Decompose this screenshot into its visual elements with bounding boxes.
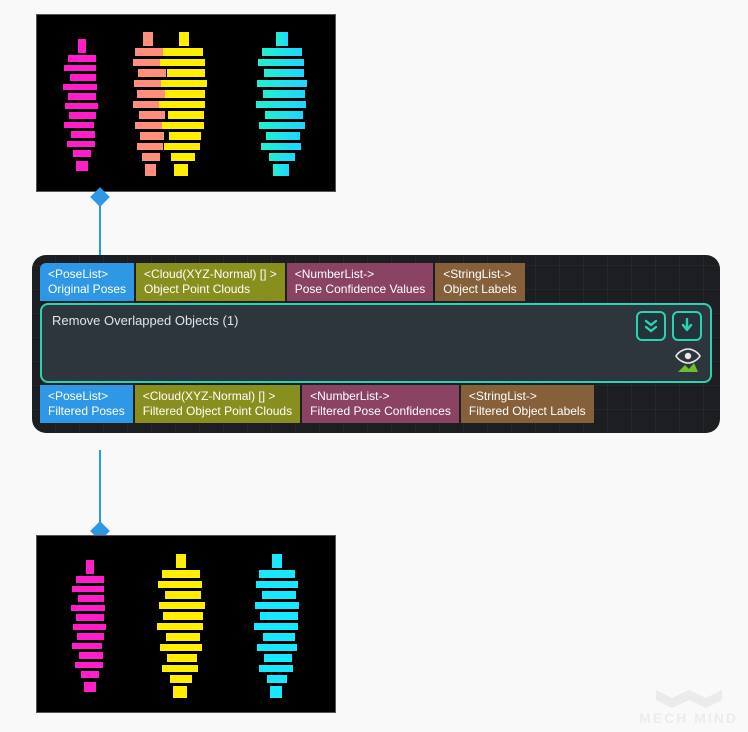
eye-image-icon <box>674 348 702 372</box>
port-type: <StringList-> <box>443 267 516 282</box>
pointcloud-overlap-icon <box>128 32 228 182</box>
pointcloud-yellow-icon <box>153 554 211 702</box>
output-port-filtered-poses[interactable]: <PoseList> Filtered Poses <box>40 385 133 423</box>
port-label: Object Point Clouds <box>144 282 277 297</box>
port-label: Original Poses <box>48 282 126 297</box>
pointcloud-cyan-icon <box>251 32 313 182</box>
input-ports-row: <PoseList> Original Poses <Cloud(XYZ-Nor… <box>40 263 712 301</box>
preview-original <box>36 14 336 192</box>
pointcloud-magenta-icon <box>59 37 105 177</box>
output-port-filtered-object-point-clouds[interactable]: <Cloud(XYZ-Normal) [] > Filtered Object … <box>135 385 300 423</box>
output-port-filtered-pose-confidences[interactable]: <NumberList-> Filtered Pose Confidences <box>302 385 459 423</box>
visualize-toggle[interactable] <box>674 348 702 375</box>
port-label: Pose Confidence Values <box>295 282 426 297</box>
output-port-filtered-object-labels[interactable]: <StringList-> Filtered Object Labels <box>461 385 594 423</box>
input-port-original-poses[interactable]: <PoseList> Original Poses <box>40 263 134 301</box>
input-port-pose-confidence-values[interactable]: <NumberList-> Pose Confidence Values <box>287 263 434 301</box>
port-type: <PoseList> <box>48 389 125 404</box>
port-label: Filtered Poses <box>48 404 125 419</box>
port-type: <Cloud(XYZ-Normal) [] > <box>143 389 292 404</box>
double-chevron-down-icon <box>643 318 659 334</box>
watermark: MECH MIND <box>639 686 738 726</box>
port-label: Filtered Object Point Clouds <box>143 404 292 419</box>
pointcloud-cyan-icon <box>251 554 305 702</box>
node-body[interactable]: Remove Overlapped Objects (1) <box>40 303 712 383</box>
run-button[interactable] <box>672 311 702 341</box>
port-label: Filtered Object Labels <box>469 404 586 419</box>
watermark-text: MECH MIND <box>639 710 738 726</box>
port-type: <Cloud(XYZ-Normal) [] > <box>144 267 277 282</box>
port-label: Object Labels <box>443 282 516 297</box>
port-type: <NumberList-> <box>310 389 451 404</box>
input-port-object-labels[interactable]: <StringList-> Object Labels <box>435 263 524 301</box>
preview-filtered <box>36 535 336 713</box>
port-type: <StringList-> <box>469 389 586 404</box>
port-type: <PoseList> <box>48 267 126 282</box>
connector-line <box>99 450 101 530</box>
mechmind-logo-icon <box>654 686 724 708</box>
node-title: Remove Overlapped Objects (1) <box>52 313 700 328</box>
port-type: <NumberList-> <box>295 267 426 282</box>
node-remove-overlapped-objects[interactable]: <PoseList> Original Poses <Cloud(XYZ-Nor… <box>32 255 720 433</box>
input-port-object-point-clouds[interactable]: <Cloud(XYZ-Normal) [] > Object Point Clo… <box>136 263 285 301</box>
expand-button[interactable] <box>636 311 666 341</box>
port-label: Filtered Pose Confidences <box>310 404 451 419</box>
arrow-down-icon <box>680 318 694 334</box>
output-ports-row: <PoseList> Filtered Poses <Cloud(XYZ-Nor… <box>40 385 712 423</box>
pointcloud-magenta-icon <box>67 558 113 698</box>
connector-line <box>99 200 101 263</box>
